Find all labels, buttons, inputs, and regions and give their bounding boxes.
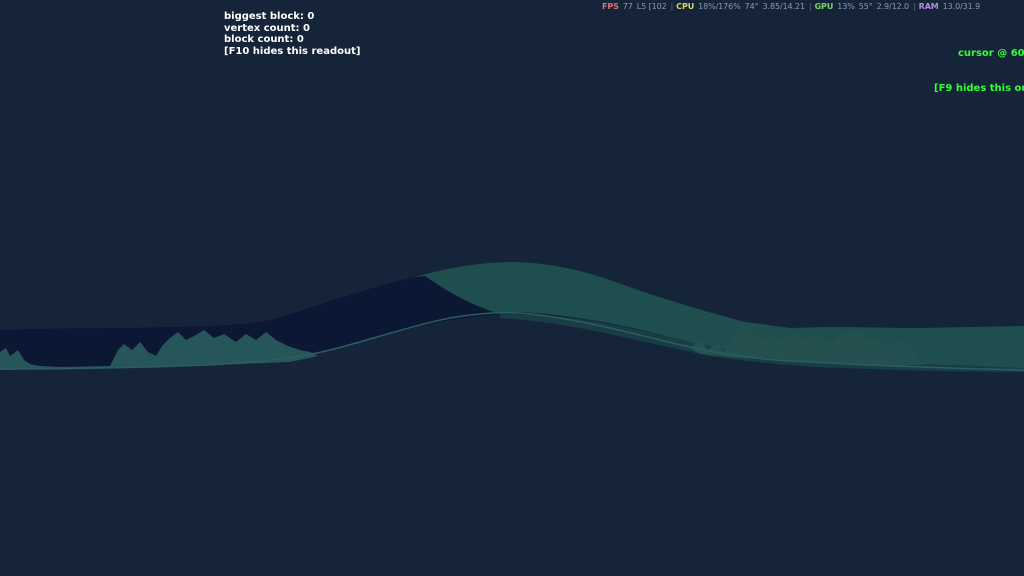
f9-hint-text: [F9 hides this ou [934,82,1024,94]
ram-label: RAM [918,1,939,11]
separator: | [808,1,812,11]
cursor-readout: cursor @ 60 [F9 hides this ou [934,25,1024,117]
terrain-scene [0,262,1024,372]
separator: | [670,1,674,11]
gpu-temp-value: 55° [858,1,873,11]
game-viewport[interactable]: biggest block: 0 vertex count: 0 block c… [0,0,1024,576]
ram-usage-value: 13.0/31.9 [942,1,981,11]
biggest-block-text: biggest block: 0 [224,11,315,22]
vertex-count-text: vertex count: 0 [224,22,310,34]
gpu-label: GPU [814,1,834,11]
fps-value: 77 [622,1,633,11]
performance-overlay: FPS 77 L5 [102 | CPU 18%/176% 74° 3.85/1… [602,0,984,12]
fps-low-value: L5 [102 [636,1,667,11]
cpu-clock-value: 3.85/14.21 [762,1,806,11]
cpu-label: CPU [676,1,695,11]
separator: | [913,1,916,11]
cursor-position-text: cursor @ 60 [958,48,1024,59]
cpu-usage-value: 18%/176% [698,1,741,11]
block-count-text: block count: 0 [224,34,304,45]
gpu-usage-value: 13% [837,1,855,11]
fps-label: FPS [602,1,619,11]
gpu-memory-value: 2.9/12.0 [876,1,910,11]
f10-hint-text: [F10 hides this readout] [224,45,361,57]
debug-readout: biggest block: 0 vertex count: 0 block c… [224,11,360,57]
cpu-temp-value: 74° [744,1,759,11]
